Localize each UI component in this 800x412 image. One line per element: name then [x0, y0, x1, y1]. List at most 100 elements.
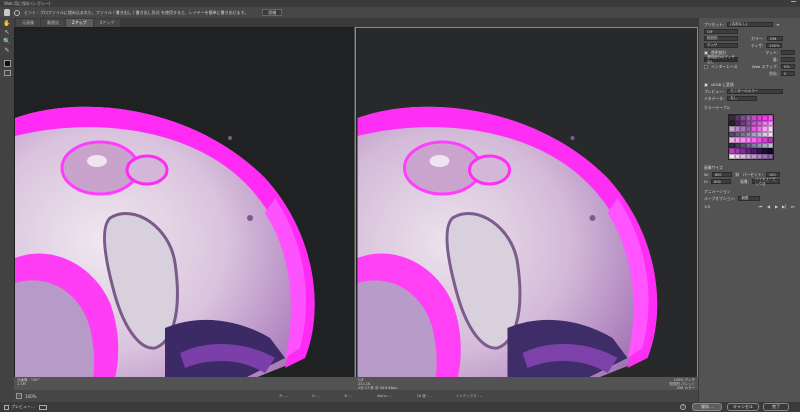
lossy-input[interactable]: 0 [781, 71, 795, 76]
help-icon[interactable]: ? [680, 404, 686, 410]
eyedropper-icon[interactable]: ✎ [3, 48, 12, 54]
link-icon[interactable]: ⛓ [735, 172, 740, 177]
srgb-row: sRGB に変換 [704, 81, 795, 88]
reduction-select[interactable]: 知覚的 [704, 36, 738, 41]
bubble-image [15, 28, 353, 378]
dither-select[interactable]: ディザ [704, 43, 738, 48]
bubble-image-optimized [357, 28, 697, 378]
cancel-button[interactable]: キャンセル [727, 403, 759, 411]
hand-icon[interactable]: ✋ [3, 21, 12, 27]
amount-label: 量: [772, 56, 778, 62]
zoom-icon[interactable]: 🔍 [3, 39, 12, 45]
frame-counter: 1/5 [704, 204, 711, 209]
color-table-label: カラーテーブル [704, 104, 731, 110]
lossy-label: 劣化: [769, 70, 778, 76]
play-icon[interactable]: ▶ [774, 204, 779, 209]
browser-select-icon[interactable] [38, 404, 47, 410]
tool-bar: ✋ ↖ 🔍 ✎ [0, 18, 14, 402]
readout-index: インデックス : -- [455, 393, 483, 398]
loop-label: ループオプション: [704, 195, 736, 201]
last-frame-icon[interactable]: ⏭ [790, 204, 795, 209]
original-size: 1.1M [17, 382, 26, 386]
next-frame-icon[interactable]: ▶▏ [782, 204, 788, 209]
matte-label: マット: [765, 49, 778, 55]
transparency-dither-select[interactable]: 透明部分のディザなし [704, 55, 738, 64]
colors-input[interactable]: 256 [766, 36, 783, 41]
hand-tool-icon[interactable] [4, 9, 10, 16]
interlace-label: インターレース [711, 63, 738, 69]
animation-label: アニメーション [704, 188, 731, 194]
color-readout: R : -- G : -- B : -- Alpha : -- 16 進 : -… [279, 394, 482, 399]
done-button[interactable]: 完了 [763, 403, 789, 411]
quality-label: 画質: [740, 178, 750, 184]
height-row: H: 800 画質: バイキュービック法 [704, 177, 795, 186]
tab-4up[interactable]: 4アップ [93, 19, 121, 27]
image-size-header: 画像サイズ [704, 164, 795, 171]
web-snap-label: Web スナップ: [752, 63, 778, 69]
browser-preview-button[interactable]: プレビュー... [11, 404, 35, 410]
quality-select[interactable]: バイキュービック法 [752, 177, 781, 186]
readout-alpha: Alpha : -- [376, 393, 393, 398]
optimized-info: GIF 221.1K 2分 17 秒 @ 56.6 Kbps 100% ディザ … [355, 377, 698, 390]
preset-label: プリセット: [704, 21, 725, 27]
tab-2up[interactable]: 2アップ [66, 19, 93, 27]
dither-amount-input[interactable]: 100% [766, 43, 783, 48]
image-size-label: 画像サイズ [704, 164, 723, 170]
zoom-bar: − 100% R : -- G : -- B : -- Alpha : -- 1… [14, 390, 698, 402]
save-button[interactable]: 保存... [692, 403, 722, 411]
hint-details-button[interactable]: 詳細 [262, 9, 283, 16]
first-frame-icon[interactable]: ⏮ [758, 204, 763, 209]
web-snap-input[interactable]: 0% [781, 64, 795, 69]
preset-row: プリセット: [名前なし] ≡ [704, 21, 795, 28]
interlace-checkbox[interactable] [704, 64, 708, 69]
preview-row: プレビュー: モニターのカラー [704, 88, 795, 95]
readout-hex: 16 進 : -- [416, 393, 432, 398]
tab-original[interactable]: 元画像 [16, 19, 40, 27]
loop-row: ループオプション: 無限 [704, 195, 795, 202]
original-view[interactable] [14, 27, 354, 390]
eyedropper-color-swatch[interactable] [3, 60, 11, 67]
optimize-settings-panel: プリセット: [名前なし] ≡ GIF 知覚的 カラー: 256 ディザ ディザ… [698, 18, 800, 402]
matte-select[interactable] [781, 50, 795, 55]
width-row: W: 800 ⛓ パーセント: 100 [704, 171, 795, 178]
amount-input[interactable] [781, 57, 795, 62]
readout-r: R : -- [279, 393, 288, 398]
dither-row: ディザ ディザ: 100% [704, 42, 795, 49]
srgb-checkbox[interactable] [704, 82, 708, 87]
loop-select[interactable]: 無限 [738, 196, 761, 201]
browser-preview-icon[interactable] [4, 404, 9, 410]
zoom-out-icon[interactable]: − [16, 393, 22, 399]
metadata-row: メタデータ: なし [704, 95, 795, 102]
view-tabs: 元画像 最適化 2アップ 4アップ [14, 18, 698, 27]
zoom-level[interactable]: 100% [25, 394, 36, 399]
metadata-select[interactable]: なし [727, 96, 758, 101]
palette-swatch[interactable] [767, 153, 773, 159]
width-label: W: [704, 172, 709, 177]
transparency-dither-row: 透明部分のディザなし 量: [704, 55, 795, 64]
metadata-label: メタデータ: [704, 95, 725, 101]
optimized-view[interactable] [355, 27, 698, 390]
prev-frame-icon[interactable]: ◀ [766, 204, 771, 209]
minimize-icon[interactable] [791, 1, 796, 6]
animation-controls: 1/5 ⏮ ◀ ▶ ▶▏ ⏭ [704, 204, 795, 209]
panel-menu-icon[interactable]: ≡ [776, 22, 779, 27]
lossy-row: 劣化: 0 [704, 70, 795, 77]
hint-bar: ヒント : プロファイルに埋め込まれた、ファイル / 書き出し / 書き出し形式… [0, 7, 800, 18]
tab-optimized[interactable]: 最適化 [41, 19, 65, 27]
width-input[interactable]: 800 [711, 172, 732, 177]
color-table-grid[interactable] [728, 114, 774, 160]
readout-g: G : -- [311, 393, 321, 398]
slice-visibility-toggle-icon[interactable] [3, 70, 11, 76]
slice-select-icon[interactable]: ↖ [3, 30, 12, 36]
color-table-header: カラーテーブル [704, 104, 795, 111]
info-icon [14, 9, 20, 16]
format-row: GIF [704, 28, 795, 35]
format-select[interactable]: GIF [704, 29, 738, 34]
preset-select[interactable]: [名前なし] [727, 22, 774, 27]
dialog-footer: プレビュー... ? 保存... キャンセル 完了 [0, 402, 800, 412]
window-controls [791, 1, 796, 6]
dither-label: ディザ: [751, 42, 764, 48]
window-titlebar: Web 用に保存 (レガシー) [0, 0, 800, 7]
preview-select[interactable]: モニターのカラー [727, 89, 784, 94]
height-input[interactable]: 800 [711, 179, 732, 184]
